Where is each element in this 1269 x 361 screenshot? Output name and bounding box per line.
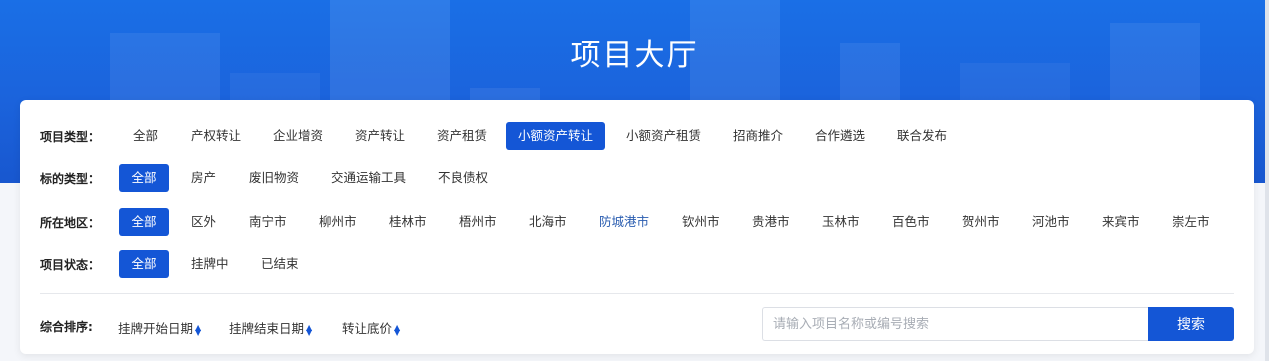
filter-option-guilin[interactable]: 桂林市 [389,208,427,236]
filter-option-ended[interactable]: 已结束 [261,250,299,278]
page-title: 项目大厅 [570,38,699,73]
filter-option-guigang[interactable]: 贵港市 [752,208,790,236]
filter-option-bad-debt[interactable]: 不良债权 [438,164,488,192]
filter-option-target-type-all[interactable]: 全部 [119,164,169,192]
filter-option-joint-release[interactable]: 联合发布 [897,122,947,150]
filter-option-hezhou[interactable]: 贺州市 [962,208,1000,236]
sort-option-label: 挂牌结束日期 [229,321,305,336]
filter-label-region: 所在地区： [40,216,101,230]
sort-reserve-price[interactable]: 转让底价 ▲ ▼ [342,318,400,337]
sort-label: 综合排序: [40,320,93,334]
filter-option-laibin[interactable]: 来宾市 [1102,208,1140,236]
filter-row-status: 项目状态： 全部 挂牌中 已结束 [20,250,1254,278]
filter-option-asset-lease[interactable]: 资产租赁 [437,122,487,150]
sort-listing-end-date[interactable]: 挂牌结束日期 ▲ ▼ [229,318,312,337]
filter-option-wuzhou[interactable]: 梧州市 [459,208,497,236]
scrollbar-track[interactable] [1265,0,1269,361]
filter-row-region: 所在地区： 全部 区外 南宁市 柳州市 桂林市 梧州市 北海市 防城港市 钦州市… [20,208,1254,236]
filter-option-property-transfer[interactable]: 产权转让 [191,122,241,150]
sort-listing-start-date[interactable]: 挂牌开始日期 ▲ ▼ [118,318,201,337]
filter-row-project-type: 项目类型： 全部 产权转让 企业增资 资产转让 资产租赁 小额资产转让 小额资产… [20,122,1254,150]
filter-option-region-outside[interactable]: 区外 [191,208,216,236]
filter-option-chongzuo[interactable]: 崇左市 [1172,208,1210,236]
filter-label-target-type: 标的类型： [40,172,101,186]
search-input[interactable] [762,307,1148,341]
filter-option-cooperation-selection[interactable]: 合作遴选 [815,122,865,150]
filter-label-status: 项目状态： [40,258,101,272]
filter-option-yulin[interactable]: 玉林市 [822,208,860,236]
filter-option-asset-transfer[interactable]: 资产转让 [355,122,405,150]
filter-option-capital-increase[interactable]: 企业增资 [273,122,323,150]
filter-option-project-type-all[interactable]: 全部 [133,122,158,150]
filter-option-fangchenggang[interactable]: 防城港市 [599,208,649,236]
filter-option-transport-vehicles[interactable]: 交通运输工具 [331,164,406,192]
sort-arrows-icon: ▲ ▼ [306,322,313,337]
filter-option-listing[interactable]: 挂牌中 [191,250,229,278]
filter-panel: 项目类型： 全部 产权转让 企业增资 资产转让 资产租赁 小额资产转让 小额资产… [20,100,1254,354]
filter-option-baise[interactable]: 百色市 [892,208,930,236]
sort-arrows-icon: ▲ ▼ [394,322,401,337]
sort-option-label: 挂牌开始日期 [118,321,194,336]
filter-option-small-asset-transfer[interactable]: 小额资产转让 [506,122,605,150]
filter-row-target-type: 标的类型： 全部 房产 废旧物资 交通运输工具 不良债权 [20,164,1254,192]
filter-divider [40,293,1234,294]
filter-option-region-all[interactable]: 全部 [119,208,169,236]
sort-option-label: 转让底价 [342,321,393,336]
sort-arrows-icon: ▲ ▼ [195,322,202,337]
search-button[interactable]: 搜索 [1148,307,1234,341]
filter-option-beihai[interactable]: 北海市 [529,208,567,236]
filter-option-investment-promotion[interactable]: 招商推介 [733,122,783,150]
filter-option-hechi[interactable]: 河池市 [1032,208,1070,236]
filter-label-project-type: 项目类型： [40,130,101,144]
filter-option-qinzhou[interactable]: 钦州市 [682,208,720,236]
filter-option-small-asset-lease[interactable]: 小额资产租赁 [626,122,701,150]
filter-option-waste-materials[interactable]: 废旧物资 [249,164,299,192]
filter-option-status-all[interactable]: 全部 [119,250,169,278]
filter-option-nanning[interactable]: 南宁市 [249,208,287,236]
filter-option-liuzhou[interactable]: 柳州市 [319,208,357,236]
filter-option-real-estate[interactable]: 房产 [191,164,216,192]
